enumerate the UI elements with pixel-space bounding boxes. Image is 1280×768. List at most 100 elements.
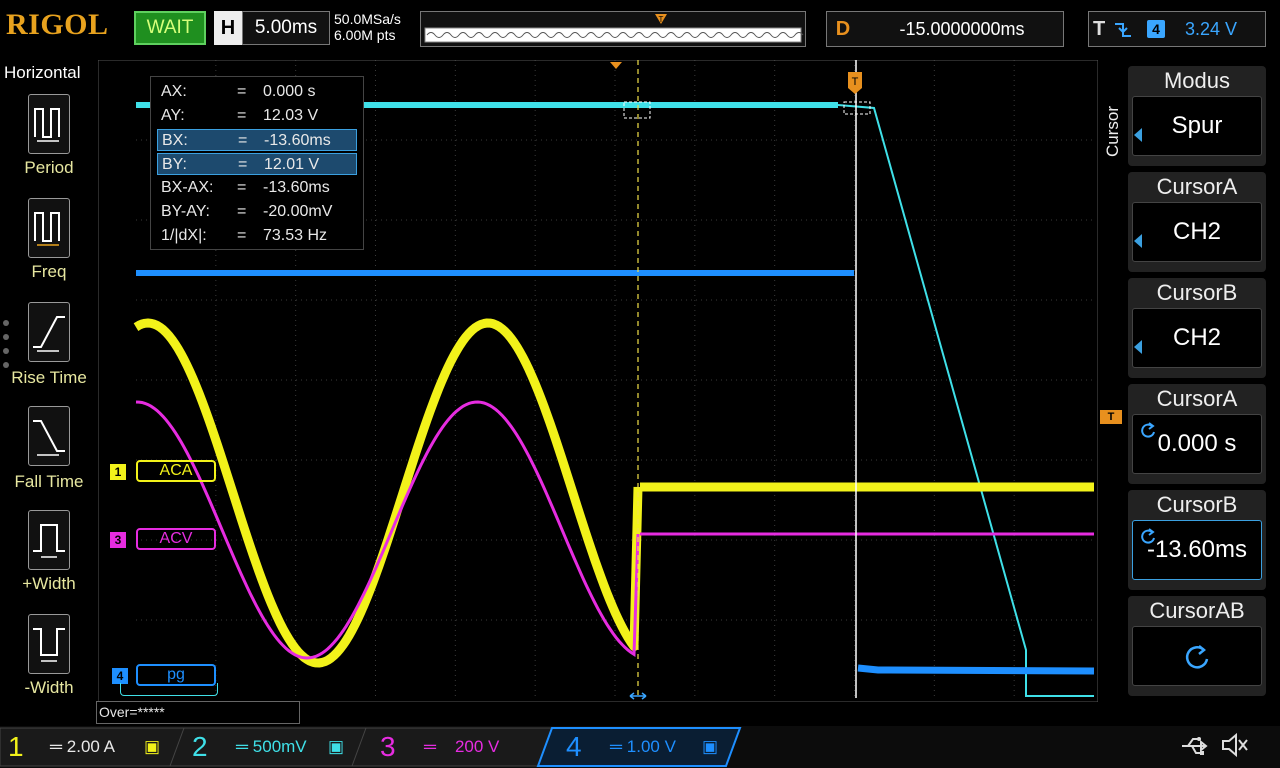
mode-value: Spur bbox=[1132, 96, 1262, 156]
memory-overview-graphic: T bbox=[424, 14, 804, 43]
cursor-readout-row: BY: = 12.01 V bbox=[157, 153, 357, 175]
speaker-muted-icon bbox=[1222, 732, 1248, 758]
trigger-source-badge: 4 bbox=[1147, 20, 1165, 38]
cursor-a-position-title: CursorA bbox=[1156, 386, 1238, 411]
trigger-readout[interactable]: T 4 3.24 V bbox=[1088, 11, 1266, 47]
cursor-b-source-title: CursorB bbox=[1156, 280, 1238, 305]
cursor-ab-title: CursorAB bbox=[1149, 598, 1245, 623]
period-label: Period bbox=[24, 158, 74, 177]
ch2-label-tag-partial bbox=[120, 683, 218, 696]
ch2-number: 2 bbox=[192, 731, 208, 762]
delay-readout[interactable]: D -15.0000000ms bbox=[826, 11, 1064, 47]
cursor-readout-equals: = bbox=[237, 83, 247, 100]
ch1-trace bbox=[133, 318, 643, 668]
cursor-readout-key: BY: bbox=[162, 156, 187, 173]
svg-text:T: T bbox=[852, 76, 859, 88]
memory-depth: 6.00M pts bbox=[334, 27, 396, 43]
cursor-ab-softkey[interactable]: CursorAB bbox=[1128, 596, 1266, 696]
ch2-status[interactable]: 2 ═ 500mV ▣ bbox=[192, 728, 352, 766]
ch3-label-tag[interactable]: ACV bbox=[136, 528, 216, 550]
cursor-readout-key: BX: bbox=[162, 132, 188, 149]
cursor-ab-value bbox=[1132, 626, 1262, 686]
cursor-readout-equals: = bbox=[237, 107, 247, 124]
ch3-scale: ═ 200 V bbox=[424, 737, 500, 756]
delay-value: -15.0000000ms bbox=[899, 19, 1025, 39]
cursor-readout-equals: = bbox=[238, 156, 248, 173]
ch1-status[interactable]: 1 ═ 2.00 A ▣ bbox=[8, 728, 168, 766]
ch1-marker: 1 bbox=[110, 464, 126, 480]
trigger-key: T bbox=[1093, 18, 1106, 40]
cursor-readout-key: AY: bbox=[161, 107, 185, 124]
rise-time-button[interactable] bbox=[28, 302, 70, 362]
trigger-level: 3.24 V bbox=[1185, 19, 1238, 39]
ch4-status[interactable]: 4 ═ 1.00 V ▣ bbox=[566, 728, 726, 766]
cursor-b-source-softkey[interactable]: CursorB CH2 bbox=[1128, 278, 1266, 378]
memory-overview-bar: T bbox=[420, 11, 806, 47]
rotate-knob-icon bbox=[1185, 645, 1209, 669]
cursor-readout-equals: = bbox=[238, 132, 248, 149]
cursor-readout-row: BY-AY: = -20.00mV bbox=[161, 201, 357, 223]
cursor-readout-panel: AX: = 0.000 s AY: = 12.03 V BX: = -13.60ms BY: = 12… bbox=[150, 76, 364, 250]
ch2-bandwidth-icon: ▣ bbox=[328, 737, 345, 756]
negative-width-button[interactable] bbox=[28, 614, 70, 674]
sample-rate: 50.0MSa/s bbox=[334, 11, 401, 27]
ch4-scale: ═ 1.00 V bbox=[610, 737, 676, 756]
cursor-readout-row: BX-AX: = -13.60ms bbox=[161, 177, 357, 199]
cursor-readout-row: AY: = 12.03 V bbox=[161, 105, 357, 127]
period-button[interactable] bbox=[28, 94, 70, 154]
mode-softkey[interactable]: Modus Spur bbox=[1128, 66, 1266, 166]
ch2-scale: ═ 500mV bbox=[236, 737, 307, 756]
ch4-bandwidth-icon: ▣ bbox=[702, 737, 719, 756]
ch3-status[interactable]: 3 ═ 200 V bbox=[380, 728, 540, 766]
ch4-number: 4 bbox=[566, 731, 582, 762]
cursor-b-source-arrow bbox=[1134, 340, 1142, 354]
cursor-readout-value: -20.00mV bbox=[263, 203, 333, 220]
trigger-position-top-marker bbox=[610, 62, 622, 69]
frequency-button[interactable] bbox=[28, 198, 70, 258]
svg-text:T: T bbox=[659, 15, 664, 24]
ch1-scale: ═ 2.00 A bbox=[50, 737, 115, 756]
ch4-trace-high bbox=[136, 270, 854, 276]
cursor-readout-key: 1/|dX|: bbox=[161, 227, 207, 244]
cursor-readout-value: 0.000 s bbox=[263, 83, 316, 100]
ch3-marker: 3 bbox=[110, 532, 126, 548]
over-range-indicator: Over=***** bbox=[96, 701, 300, 724]
cursor-a-source-value: CH2 bbox=[1132, 202, 1262, 262]
page-dot bbox=[3, 348, 9, 354]
cursor-readout-value: -13.60ms bbox=[263, 179, 330, 196]
horizontal-key[interactable]: H bbox=[214, 11, 242, 45]
mode-title: Modus bbox=[1163, 68, 1231, 93]
cursor-readout-value: 12.03 V bbox=[263, 107, 319, 124]
cursor-a-source-softkey[interactable]: CursorA CH2 bbox=[1128, 172, 1266, 272]
falling-edge-icon bbox=[1115, 23, 1131, 37]
timebase-readout[interactable]: 5.00ms bbox=[242, 11, 330, 45]
acquisition-info: 50.0MSa/s 6.00M pts bbox=[334, 11, 401, 43]
cursor-a-source-arrow bbox=[1134, 234, 1142, 248]
delay-key: D bbox=[835, 18, 851, 40]
positive-width-label: +Width bbox=[22, 574, 76, 593]
run-status-badge: WAIT bbox=[134, 11, 206, 45]
horizontal-menu-title: Horizontal bbox=[4, 63, 81, 82]
cursor-b-position-title: CursorB bbox=[1156, 492, 1238, 517]
positive-width-icon bbox=[33, 524, 65, 558]
ch3-number: 3 bbox=[380, 731, 396, 762]
rotate-knob-icon bbox=[1141, 528, 1155, 544]
positive-width-button[interactable] bbox=[28, 510, 70, 570]
rise-time-label: Rise Time bbox=[11, 368, 87, 387]
cursor-readout-key: AX: bbox=[161, 83, 187, 100]
negative-width-label: -Width bbox=[24, 678, 74, 697]
ch1-label-tag[interactable]: ACA bbox=[136, 460, 216, 482]
ch1-number: 1 bbox=[8, 731, 24, 762]
cursor-b-position-softkey[interactable]: CursorB -13.60ms bbox=[1128, 490, 1266, 590]
negative-width-icon bbox=[33, 628, 65, 662]
cursor-menu-section-label: Cursor bbox=[1103, 106, 1122, 157]
cursor-a-position-softkey[interactable]: CursorA 0.000 s bbox=[1128, 384, 1266, 484]
frequency-label: Freq bbox=[31, 262, 67, 281]
ch4-trace-low bbox=[857, 664, 1095, 675]
cursor-readout-row: BX: = -13.60ms bbox=[157, 129, 357, 151]
fall-time-button[interactable] bbox=[28, 406, 70, 466]
fall-time-icon bbox=[33, 420, 65, 456]
frequency-icon bbox=[34, 212, 60, 246]
brand-logo: RIGOL bbox=[6, 8, 109, 41]
ch4-marker: 4 bbox=[112, 668, 128, 684]
